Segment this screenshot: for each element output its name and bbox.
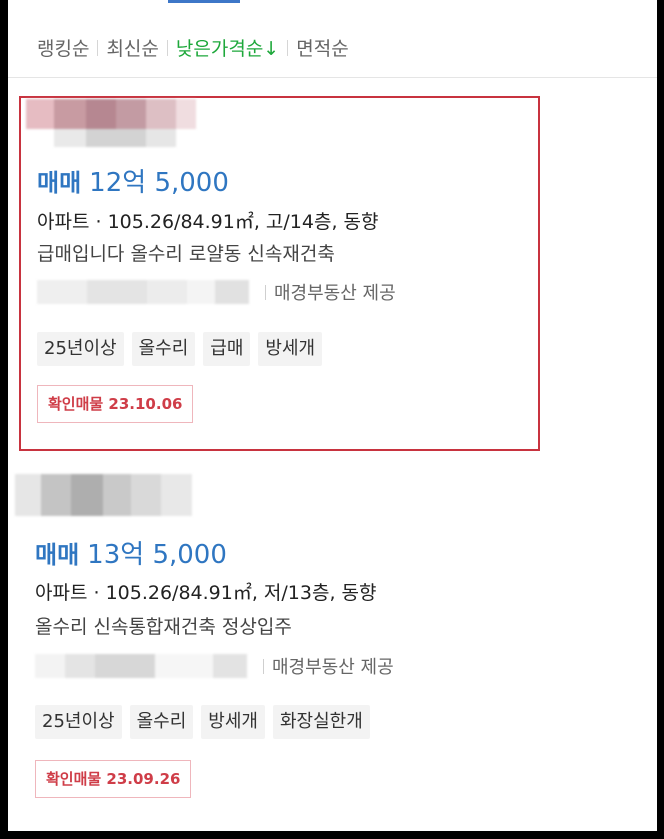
price: 12억 5,000 — [89, 168, 229, 198]
deal-type: 매매 — [35, 541, 80, 569]
source-divider — [265, 284, 266, 300]
tag: 화장실한개 — [272, 705, 370, 739]
verified-badge: 확인매물 23.09.26 — [35, 760, 192, 798]
sort-latest[interactable]: 최신순 — [106, 34, 158, 61]
property-spec: 아파트 · 105.26/84.91㎡, 고/14층, 동향 — [37, 207, 379, 234]
source-label: 매경부동산 제공 — [272, 657, 394, 678]
tag: 급매 — [203, 332, 251, 366]
tag: 올수리 — [129, 705, 194, 739]
tag: 방세개 — [201, 705, 265, 739]
blurred-agency — [37, 280, 249, 304]
blurred-title — [26, 99, 196, 147]
tag: 25년이상 — [37, 332, 124, 366]
price: 13억 5,000 — [87, 540, 227, 570]
property-type: 아파트 · — [37, 211, 102, 233]
deal-type: 매매 — [37, 169, 82, 197]
property-detail: 105.26/84.91㎡, 고/14층, 동향 — [101, 211, 379, 233]
sort-area[interactable]: 면적순 — [296, 34, 348, 61]
blurred-agency — [35, 654, 247, 678]
source-row: 매경부동산 제공 — [35, 654, 394, 678]
listing-description: 올수리 신속통합재건축 정상입주 — [35, 616, 292, 638]
tag: 방세개 — [258, 332, 323, 366]
blurred-title — [15, 474, 192, 516]
property-detail: 105.26/84.91㎡, 저/13층, 동향 — [99, 582, 377, 604]
listing-description: 급매입니다 올수리 로얄동 신속재건축 — [37, 243, 335, 265]
property-type: 아파트 · — [35, 582, 100, 604]
source-row: 매경부동산 제공 — [37, 280, 396, 304]
sort-low-price[interactable]: 낮은가격순↓ — [176, 34, 279, 61]
sort-bar: 랭킹순 최신순 낮은가격순↓ 면적순 — [8, 0, 657, 78]
source-divider — [263, 658, 264, 674]
verified-badge: 확인매물 23.10.06 — [37, 385, 194, 423]
sort-divider — [97, 39, 99, 56]
tag-list: 25년이상 올수리 방세개 화장실한개 — [35, 705, 370, 739]
tag: 올수리 — [131, 332, 196, 366]
source-label: 매경부동산 제공 — [274, 283, 396, 304]
deal-price-line: 매매 12억 5,000 — [37, 162, 229, 199]
property-spec: 아파트 · 105.26/84.91㎡, 저/13층, 동향 — [35, 578, 377, 605]
tag: 25년이상 — [35, 705, 122, 739]
sort-ranking[interactable]: 랭킹순 — [37, 34, 89, 61]
deal-price-line: 매매 13억 5,000 — [35, 534, 227, 571]
sort-divider — [287, 39, 289, 56]
listing-item[interactable]: 매매 13억 5,000 아파트 · 105.26/84.91㎡, 저/13층,… — [15, 468, 540, 828]
tag-list: 25년이상 올수리 급매 방세개 — [37, 332, 323, 366]
sort-divider — [166, 39, 168, 56]
listing-item[interactable]: 매매 12억 5,000 아파트 · 105.26/84.91㎡, 고/14층,… — [19, 96, 540, 451]
listing-panel: 랭킹순 최신순 낮은가격순↓ 면적순 매매 12억 5,000 아파트 · 10… — [8, 0, 657, 831]
sort-options: 랭킹순 최신순 낮은가격순↓ 면적순 — [37, 34, 349, 61]
